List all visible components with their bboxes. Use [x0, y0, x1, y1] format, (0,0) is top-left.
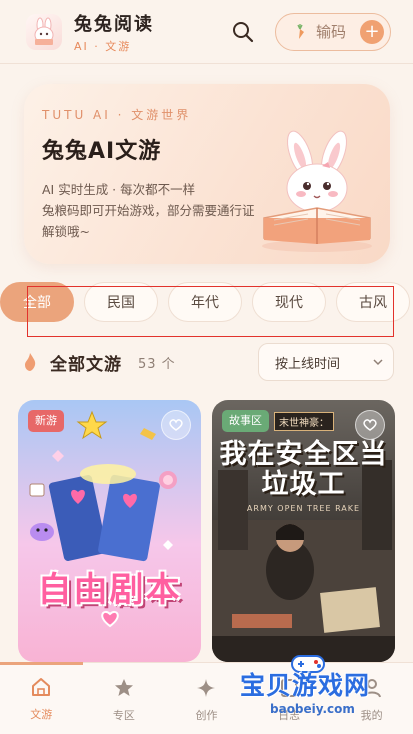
sort-dropdown[interactable]: 按上线时间	[258, 343, 394, 381]
sort-value: 按上线时间	[275, 356, 341, 372]
filter-chip-all[interactable]: 全部	[0, 282, 74, 322]
search-icon[interactable]	[231, 20, 255, 44]
user-icon	[362, 679, 381, 698]
card-cover-title: 自由剧本	[37, 570, 182, 610]
bunny-logo-icon	[26, 13, 62, 50]
enter-code-button[interactable]: 输码 +	[275, 12, 391, 51]
flame-icon	[25, 353, 36, 371]
sparkle-icon	[197, 679, 216, 697]
section-header: 全部文游 53 个 按上线时间	[24, 340, 394, 384]
app-header: 兔兔阅读 AI · 文游 输码 +	[0, 0, 413, 64]
nav-item-rizhi[interactable]: 日志	[248, 663, 331, 734]
hero-desc-line2: 兔粮码即可开始游戏，部分需要通行证解锁哦~	[42, 203, 255, 239]
nav-label: 我的	[360, 709, 383, 722]
hero-tag: TUTU AI · 文游世界	[42, 108, 192, 122]
bunny-reading-book-illustration	[262, 130, 372, 252]
story-zone-badge: 故事区	[222, 410, 269, 432]
category-filter-bar: 全部 民国 年代 现代 古风	[0, 282, 413, 326]
game-card[interactable]: 新游 自由剧本	[18, 400, 201, 662]
home-icon	[32, 678, 51, 696]
app-subtitle: AI · 文游	[74, 39, 132, 53]
card-cover-top-text: 末世神豪：	[274, 412, 334, 431]
nav-label: 专区	[112, 709, 135, 722]
nav-label: 日志	[278, 709, 301, 722]
chevron-down-icon	[373, 359, 383, 366]
book-icon	[281, 679, 298, 697]
nav-label: 创作	[195, 709, 218, 722]
card-cover-subtitle: ARMY OPEN TREE RAKE	[246, 504, 361, 513]
hero-description: AI 实时生成 · 每次都不一样 兔粮码即可开始游戏，部分需要通行证解锁哦~	[42, 179, 262, 242]
nav-item-wenyou[interactable]: 文游	[0, 662, 83, 734]
code-button-label: 输码	[316, 23, 347, 41]
nav-item-zhuanqu[interactable]: 专区	[83, 663, 166, 734]
section-title: 全部文游	[50, 354, 122, 375]
filter-chip-minguo[interactable]: 民国	[84, 282, 158, 322]
card-cover-title: 我在安全区当垃圾工	[219, 439, 388, 500]
star-icon	[114, 679, 133, 696]
app-title: 兔兔阅读	[74, 13, 154, 35]
filter-chip-gufeng[interactable]: 古风	[336, 282, 410, 322]
plus-icon: +	[360, 19, 384, 44]
heart-icon[interactable]	[161, 410, 191, 440]
section-count: 53 个	[138, 356, 176, 372]
game-card[interactable]: 故事区 末世神豪： 我在安全区当垃圾工 ARMY OPEN TREE RAKE	[212, 400, 395, 662]
nav-item-wode[interactable]: 我的	[330, 663, 413, 734]
nav-label: 文游	[30, 708, 53, 721]
carrot-icon	[297, 23, 304, 39]
filter-chip-xiandai[interactable]: 现代	[252, 282, 326, 322]
nav-item-chuangzuo[interactable]: 创作	[165, 663, 248, 734]
new-game-badge: 新游	[28, 410, 64, 432]
hero-banner[interactable]: TUTU AI · 文游世界 兔兔AI文游 AI 实时生成 · 每次都不一样 兔…	[24, 84, 390, 264]
bottom-navigation: 文游 专区 创作 日志 我的	[0, 662, 413, 734]
brand: 兔兔阅读 AI · 文游	[74, 10, 154, 54]
heart-icon[interactable]	[355, 410, 385, 440]
filter-chip-niandai[interactable]: 年代	[168, 282, 242, 322]
hero-desc-line1: AI 实时生成 · 每次都不一样	[42, 182, 196, 197]
